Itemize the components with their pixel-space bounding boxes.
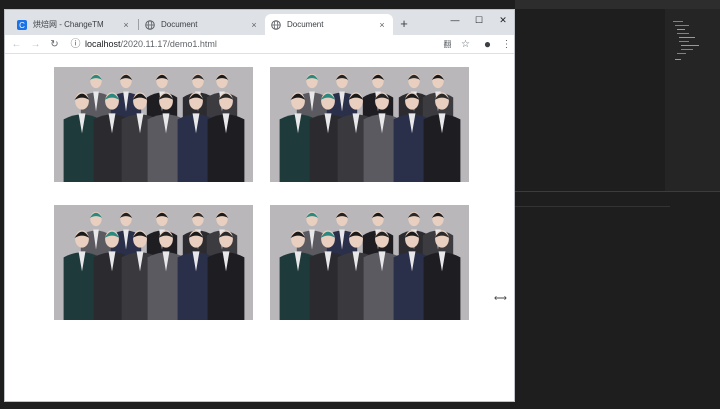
group-photo	[54, 67, 253, 182]
reload-button[interactable]: ↻	[48, 38, 61, 51]
group-photo-2-drawing	[270, 67, 469, 182]
minimap-line	[673, 21, 683, 22]
screen: C 烘焙网 - ChangeTM × Document × Document ×	[0, 0, 720, 409]
url-host: localhost	[85, 39, 121, 49]
globe-icon	[271, 19, 281, 30]
group-photo-3-drawing	[54, 205, 253, 320]
profile-avatar-icon[interactable]: ●	[481, 38, 494, 51]
page-viewport	[5, 55, 514, 401]
close-icon[interactable]: ×	[121, 20, 131, 30]
globe-icon	[145, 19, 155, 30]
new-tab-button[interactable]: +	[397, 17, 411, 31]
translate-icon[interactable]: 翻	[441, 38, 454, 51]
bookmark-star-icon[interactable]: ☆	[459, 38, 472, 51]
group-photo	[54, 205, 253, 320]
brand-logo-icon: C	[17, 19, 27, 30]
tab-changetm[interactable]: C 烘焙网 - ChangeTM ×	[11, 14, 137, 35]
tab-document-2-active[interactable]: Document ×	[265, 14, 393, 35]
tab-title: Document	[287, 20, 324, 29]
minimap-line	[681, 49, 693, 50]
window-close-button[interactable]: ✕	[491, 12, 514, 28]
url-path: /2020.11.17/demo1.html	[120, 39, 217, 49]
close-icon[interactable]: ×	[377, 20, 387, 30]
close-icon[interactable]: ×	[249, 20, 259, 30]
group-photo-1-drawing	[54, 67, 253, 182]
address-bar[interactable]: localhost/2020.11.17/demo1.html	[85, 38, 217, 51]
minimap-line	[677, 33, 689, 34]
minimap-line	[677, 29, 685, 30]
menu-kebab-icon[interactable]: ⋮	[500, 38, 513, 51]
group-photo	[270, 205, 469, 320]
maximize-button[interactable]: ☐	[467, 12, 491, 28]
tab-document-1[interactable]: Document ×	[139, 14, 265, 35]
code-editor-panel	[515, 0, 720, 409]
browser-window: C 烘焙网 - ChangeTM × Document × Document ×	[4, 9, 515, 402]
group-photo-4-drawing	[270, 205, 469, 320]
resize-cursor-icon: ⟷	[494, 293, 507, 303]
editor-titlebar	[515, 0, 720, 9]
panel-divider	[515, 206, 670, 207]
tab-strip: C 烘焙网 - ChangeTM × Document × Document ×	[5, 10, 514, 35]
svg-text:C: C	[19, 21, 25, 30]
minimize-button[interactable]: —	[443, 12, 467, 28]
browser-toolbar: ← → ↻ ⓘ localhost/2020.11.17/demo1.html …	[5, 35, 514, 54]
group-photo	[270, 67, 469, 182]
minimap-line	[675, 59, 681, 60]
tab-title: Document	[161, 20, 198, 29]
site-info-icon[interactable]: ⓘ	[69, 38, 82, 51]
forward-button[interactable]: →	[29, 38, 42, 51]
minimap-line	[675, 25, 689, 26]
panel-divider	[515, 191, 720, 192]
minimap-line	[679, 41, 689, 42]
minimap-line	[677, 53, 686, 54]
tab-title: 烘焙网 - ChangeTM	[33, 20, 104, 29]
editor-minimap[interactable]	[665, 9, 720, 191]
minimap-line	[679, 37, 695, 38]
minimap-line	[681, 45, 699, 46]
back-button[interactable]: ←	[10, 38, 23, 51]
